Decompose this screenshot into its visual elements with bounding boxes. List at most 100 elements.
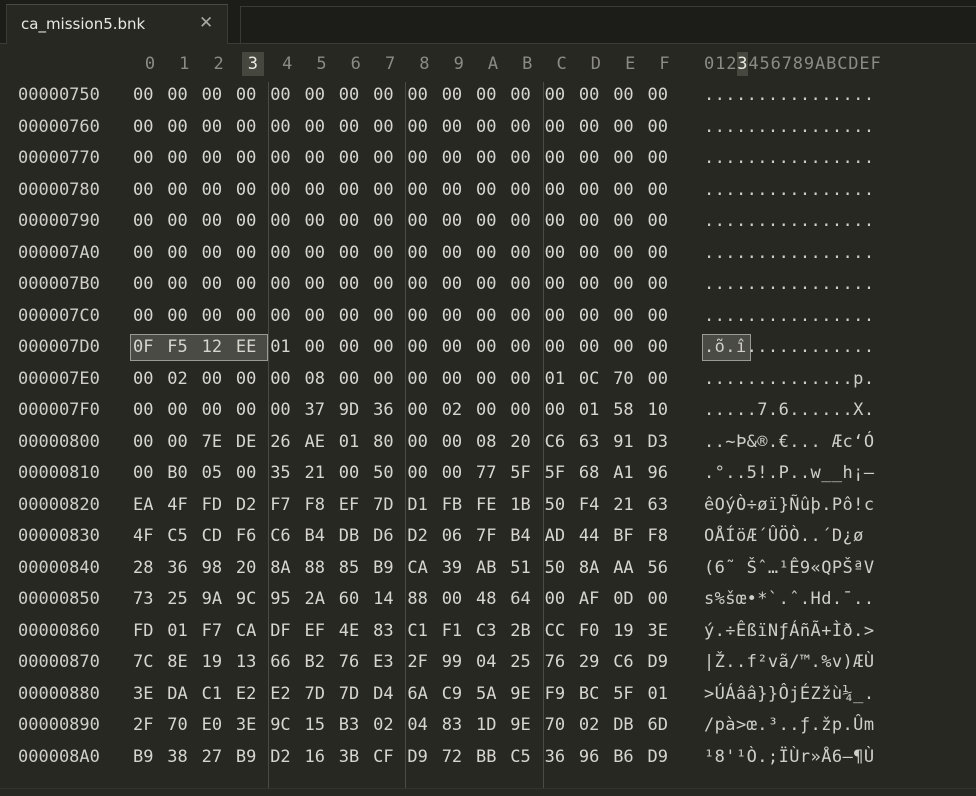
hex-byte[interactable]: 00 [476,143,496,174]
hex-byte[interactable]: 00 [442,175,462,206]
hex-byte[interactable]: DE [236,427,256,458]
hex-byte[interactable]: 00 [339,238,359,269]
hex-byte[interactable]: 00 [407,238,427,269]
hex-byte[interactable]: 00 [407,395,427,426]
hex-byte[interactable]: 00 [270,238,290,269]
hex-byte[interactable]: 00 [236,143,256,174]
hex-byte[interactable]: 9C [236,584,256,615]
hex-byte[interactable]: 60 [339,584,359,615]
hex-byte[interactable]: 0F [133,332,153,363]
hex-byte[interactable]: 00 [648,301,668,332]
hex-byte[interactable]: 00 [167,238,187,269]
hex-byte[interactable]: 00 [579,143,599,174]
hex-row[interactable]: 00000800 00 00 7E DE 26 AE 01 80 00 00 08 20 C6 63 91 D3… [0,427,960,458]
hex-byte[interactable]: 2B [510,616,530,647]
hex-byte[interactable]: 00 [442,112,462,143]
hex-byte[interactable]: CC [545,616,565,647]
row-ascii[interactable]: .....7.6......X. [704,395,874,426]
hex-byte[interactable]: 00 [442,80,462,111]
row-ascii[interactable]: /pà>œ.³..ƒ.žp.Ûm [704,710,874,741]
hex-byte[interactable]: D9 [407,742,427,773]
hex-byte[interactable]: 64 [510,584,530,615]
hex-byte[interactable]: 00 [579,112,599,143]
hex-byte[interactable]: C5 [510,742,530,773]
hex-row[interactable]: 00000770 00 00 00 00 00 00 00 00 00 00 00 00 00 00 00 00… [0,143,960,174]
hex-byte[interactable]: 00 [133,80,153,111]
hex-byte[interactable]: 70 [167,710,187,741]
row-ascii[interactable]: OÅÍöÆ´ÛÖÒ..´­D¿ø [704,521,864,552]
hex-byte[interactable]: 8A [270,553,290,584]
hex-byte[interactable]: D9 [648,647,668,678]
hex-byte[interactable]: E0 [202,710,222,741]
hex-byte[interactable]: 6D [648,710,668,741]
row-ascii[interactable]: ................ [704,143,874,174]
hex-byte[interactable]: 00 [270,175,290,206]
hex-byte[interactable]: 00 [339,112,359,143]
hex-byte[interactable]: 00 [648,269,668,300]
hex-byte[interactable]: 6A [407,679,427,710]
hex-byte[interactable]: 35 [270,458,290,489]
hex-byte[interactable]: FE [476,490,496,521]
hex-byte[interactable]: 00 [442,269,462,300]
hex-byte[interactable]: 16 [305,742,325,773]
hex-byte[interactable]: EF [339,490,359,521]
hex-byte[interactable]: 44 [579,521,599,552]
hex-byte[interactable]: 83 [442,710,462,741]
hex-byte[interactable]: 00 [373,332,393,363]
hex-byte[interactable]: F8 [648,521,668,552]
hex-byte[interactable]: E2 [270,679,290,710]
hex-byte[interactable]: 00 [236,112,256,143]
hex-byte[interactable]: 00 [442,364,462,395]
hex-byte[interactable]: 9E [510,679,530,710]
hex-byte[interactable]: 00 [407,112,427,143]
hex-byte[interactable]: 68 [579,458,599,489]
hex-byte[interactable]: 02 [442,395,462,426]
hex-byte[interactable]: 00 [648,332,668,363]
hex-byte[interactable]: 00 [236,80,256,111]
hex-byte[interactable]: 00 [373,238,393,269]
hex-byte[interactable]: 2F [407,647,427,678]
hex-byte[interactable]: 00 [339,143,359,174]
hex-byte[interactable]: FD [133,616,153,647]
hex-byte[interactable]: 12 [202,332,222,363]
hex-byte[interactable]: D2 [236,490,256,521]
hex-byte[interactable]: 00 [305,332,325,363]
hex-byte[interactable]: E3 [373,647,393,678]
hex-byte[interactable]: 91 [613,427,633,458]
hex-byte[interactable]: 00 [476,395,496,426]
hex-byte[interactable]: 14 [373,584,393,615]
hex-byte[interactable]: 13 [236,647,256,678]
hex-byte[interactable]: 00 [510,269,530,300]
hex-byte[interactable]: 00 [510,332,530,363]
hex-byte[interactable]: 00 [613,80,633,111]
hex-byte[interactable]: 00 [613,238,633,269]
hex-byte[interactable]: 00 [545,301,565,332]
hex-byte[interactable]: 00 [133,143,153,174]
hex-byte[interactable]: 00 [167,143,187,174]
hex-byte[interactable]: 7F [476,521,496,552]
hex-byte[interactable]: 3E [133,679,153,710]
hex-byte[interactable]: 80 [373,427,393,458]
hex-byte[interactable]: 00 [510,238,530,269]
hex-row[interactable]: 00000840 28 36 98 20 8A 88 85 B9 CA 39 AB 51 50 8A AA 56… [0,553,960,584]
hex-byte[interactable]: 25 [167,584,187,615]
hex-byte[interactable]: 00 [476,206,496,237]
hex-byte[interactable]: 00 [579,269,599,300]
hex-byte[interactable]: 01 [648,679,668,710]
hex-byte[interactable]: 00 [373,364,393,395]
row-ascii[interactable]: ¹8'¹Ò.;ÏÙr»Å6–¶Ù [704,742,874,773]
hex-byte[interactable]: 00 [167,206,187,237]
hex-byte[interactable]: C6 [270,521,290,552]
hex-byte[interactable]: 01 [579,395,599,426]
hex-byte[interactable]: 00 [373,112,393,143]
hex-byte[interactable]: 00 [373,301,393,332]
hex-byte[interactable]: B9 [236,742,256,773]
hex-byte[interactable]: 00 [202,143,222,174]
hex-byte[interactable]: 00 [648,584,668,615]
hex-byte[interactable]: D2 [407,521,427,552]
hex-byte[interactable]: 00 [133,175,153,206]
hex-byte[interactable]: 00 [202,395,222,426]
hex-byte[interactable]: F7 [202,616,222,647]
hex-byte[interactable]: BB [476,742,496,773]
hex-byte[interactable]: 00 [545,332,565,363]
